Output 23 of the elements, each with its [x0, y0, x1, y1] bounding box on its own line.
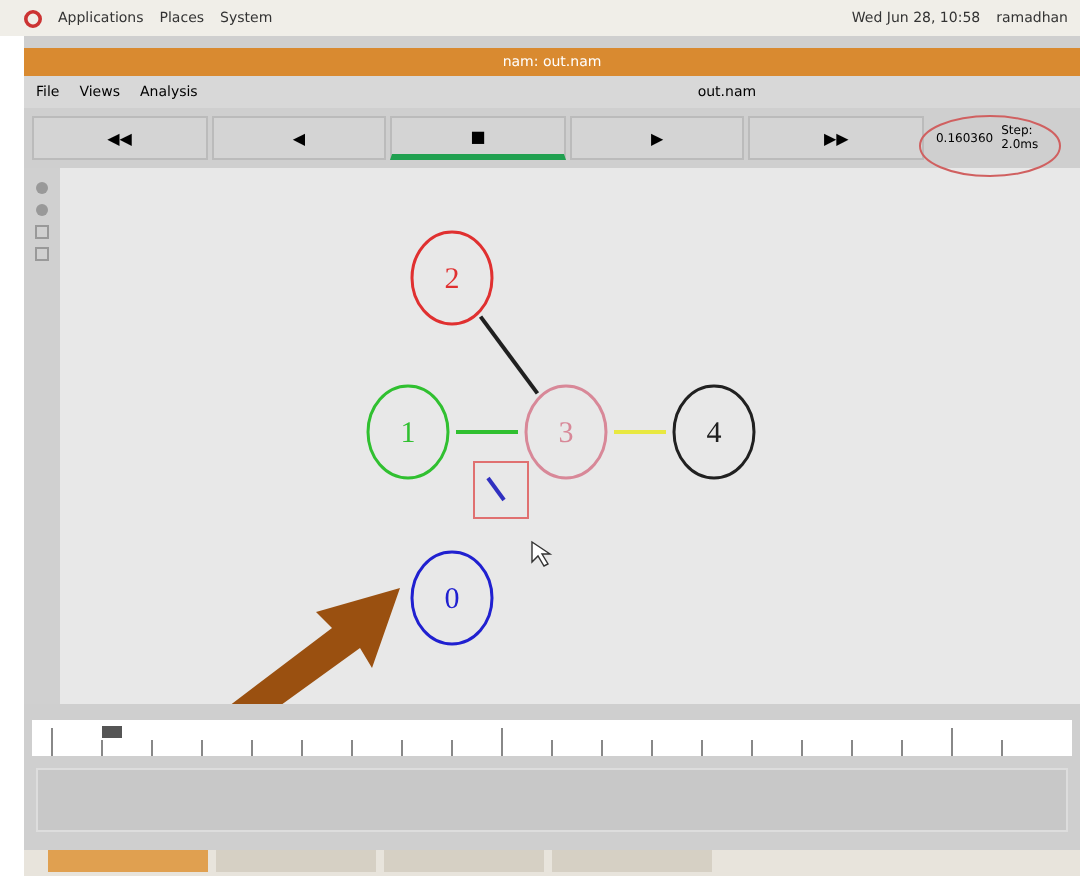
playback-button[interactable]: ■	[390, 116, 566, 160]
timeline-thumb[interactable]	[102, 726, 122, 738]
taskbar-button[interactable]	[216, 850, 376, 872]
node-circle[interactable]	[410, 230, 494, 326]
node-circle[interactable]	[524, 384, 608, 480]
node-label: 4	[706, 418, 722, 450]
node-label: 0	[444, 584, 460, 616]
node-label: 3	[558, 418, 574, 450]
node-circle[interactable]	[410, 550, 494, 646]
taskbar-button[interactable]	[384, 850, 544, 872]
playback-button[interactable]: ◀◀	[32, 116, 208, 160]
playback-button[interactable]: ▶▶	[748, 116, 924, 160]
timeline-slider[interactable]	[32, 720, 1072, 756]
packet-drawing	[473, 461, 529, 519]
node-label: 2	[444, 264, 460, 296]
node-circle[interactable]	[672, 384, 756, 480]
playback-button[interactable]: ◀	[211, 116, 387, 160]
taskbar-button[interactable]	[48, 850, 208, 872]
taskbar-button[interactable]	[552, 850, 712, 872]
playback-button[interactable]: ▶	[569, 116, 745, 160]
cursor-icon	[531, 540, 553, 567]
node-label: 1	[400, 418, 416, 450]
node-circle[interactable]	[366, 384, 450, 480]
